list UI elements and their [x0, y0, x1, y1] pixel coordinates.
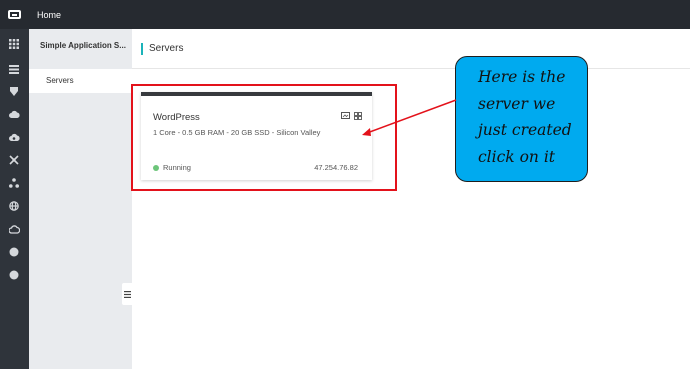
circle-icon[interactable] — [8, 269, 20, 281]
side-navigation: Simple Application S... Servers — [29, 29, 132, 369]
cluster-icon[interactable] — [8, 177, 20, 189]
globe-icon[interactable] — [8, 200, 20, 212]
logo-icon — [8, 10, 21, 19]
server-spec: 1 Core - 0.5 GB RAM - 20 GB SSD - Silico… — [153, 128, 321, 137]
home-link[interactable]: Home — [37, 10, 61, 20]
status-indicator-dot — [153, 165, 159, 171]
annotation-callout: Here is the server we just created click… — [455, 56, 588, 182]
title-accent-bar — [141, 42, 143, 55]
remote-connect-icon[interactable] — [341, 112, 350, 120]
card-actions — [341, 112, 362, 120]
console-logo[interactable] — [0, 0, 29, 29]
network-icon[interactable] — [8, 154, 20, 166]
circle-icon[interactable] — [8, 246, 20, 258]
list-icon[interactable] — [8, 63, 20, 75]
page-header: Servers — [132, 29, 690, 69]
menu-icon — [124, 290, 131, 298]
sidebar-item-servers[interactable]: Servers — [29, 69, 132, 93]
server-status: Running — [163, 163, 191, 172]
callout-line: just created — [478, 121, 572, 139]
grid-icon[interactable] — [8, 38, 20, 50]
server-card[interactable]: WordPress 1 Core - 0.5 GB RAM - 20 GB SS… — [141, 92, 372, 180]
page-title: Servers — [149, 43, 184, 54]
sidebar-collapse-handle[interactable] — [122, 283, 133, 305]
server-ip-address: 47.254.76.82 — [314, 163, 358, 172]
app-grid-icon[interactable] — [354, 112, 362, 120]
product-icon-bar — [0, 29, 29, 369]
cloud-icon[interactable] — [8, 108, 20, 120]
shield-icon[interactable] — [8, 85, 20, 97]
gear-cloud-icon[interactable] — [8, 223, 20, 235]
cloud-sync-icon[interactable] — [8, 131, 20, 143]
top-bar: Home — [0, 0, 690, 29]
callout-line: server we — [478, 94, 556, 113]
callout-line: click on it — [478, 147, 556, 166]
server-name[interactable]: WordPress — [153, 112, 200, 123]
callout-line: Here is the — [478, 68, 566, 86]
sidenav-title: Simple Application S... — [40, 41, 126, 50]
